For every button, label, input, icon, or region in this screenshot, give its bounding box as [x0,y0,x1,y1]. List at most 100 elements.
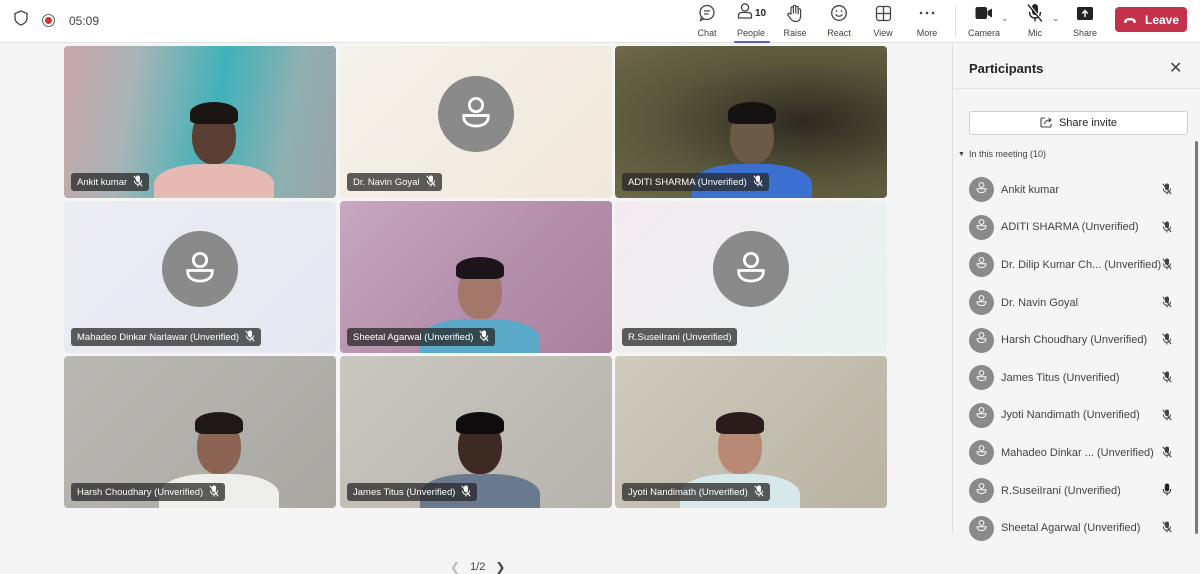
person-icon [974,293,989,313]
participant-video-hair [728,102,776,124]
person-icon [974,330,989,350]
camera-icon [975,3,993,23]
participant-list-item[interactable]: R.SuseiIrani (Unverified) [969,472,1179,510]
mic-off-icon[interactable] [1162,370,1172,388]
mic-off-icon[interactable] [1162,182,1172,200]
mic-off-icon [425,174,436,190]
participant-list-item[interactable]: ADITI SHARMA (Unverified) [969,209,1179,247]
previous-page-chevron-icon[interactable]: ❮ [450,560,460,574]
participant-name: ADITI SHARMA (Unverified) [1001,221,1139,234]
leave-button[interactable]: Leave [1115,7,1187,32]
avatar [969,365,994,391]
video-grid: Ankit kumar Dr. Navin Goyal ADITI SHARMA… [0,44,952,574]
participant-name: Jyoti Nandimath (Unverified) [628,486,748,498]
person-icon [455,91,497,138]
toolbar-divider [955,6,956,36]
participant-name: Dr. Navin Goyal [353,176,420,188]
grid-icon [875,3,892,23]
avatar [969,290,994,316]
participant-name-tag: James Titus (Unverified) [347,483,478,501]
mic-off-icon[interactable] [1162,332,1172,350]
participant-video-hair [190,102,238,124]
mic-off-icon [1026,3,1044,23]
mic-off-icon [753,174,763,190]
participant-list-item[interactable]: Harsh Choudhary (Unverified) [969,321,1179,359]
person-icon [974,255,989,275]
participant-list-item[interactable]: Jyoti Nandimath (Unverified) [969,397,1179,435]
participant-name-tag: R.SuseiIrani (Unverified) [622,328,738,346]
panel-divider [953,88,1200,89]
participant-name: Mahadeo Dinkar Narlawar (Unverified) [77,331,240,343]
participant-name: Sheetal Agarwal (Unverified) [1001,522,1141,535]
mic-off-icon [754,484,764,500]
video-tile[interactable]: Ankit kumar [64,46,336,198]
video-tile[interactable]: R.SuseiIrani (Unverified) [615,201,887,353]
camera-options-chevron-icon[interactable]: ⌄ [1001,13,1009,24]
avatar [969,478,994,504]
chat-button[interactable]: Chat [682,3,732,41]
share-button[interactable]: Share [1060,3,1110,41]
video-tile[interactable]: Mahadeo Dinkar Narlawar (Unverified) [64,201,336,353]
avatar [969,402,994,428]
participant-name: Dr. Navin Goyal [1001,296,1079,309]
shield-icon[interactable] [14,10,28,31]
video-tile[interactable]: Dr. Navin Goyal [340,46,612,198]
participant-list-item[interactable]: Dr. Dilip Kumar Ch... (Unverified) [969,246,1179,284]
hand-icon [786,3,804,23]
person-icon [974,217,989,237]
mic-off-icon [133,174,143,190]
mic-off-icon[interactable] [1162,445,1172,463]
next-page-chevron-icon[interactable]: ❯ [495,560,505,574]
raise-hand-button[interactable]: Raise [770,3,820,41]
person-icon [974,481,989,501]
video-tile[interactable]: James Titus (Unverified) [340,356,612,508]
more-button[interactable]: More [902,3,952,41]
chat-icon [698,3,716,23]
person-icon [974,518,989,538]
participant-list-item[interactable]: James Titus (Unverified) [969,359,1179,397]
participant-name-tag: Dr. Navin Goyal [347,173,442,191]
in-meeting-section-toggle[interactable]: ▼ In this meeting (10) [958,149,1046,159]
share-screen-icon [1076,3,1094,23]
meeting-timer: 05:09 [69,13,100,28]
participant-name: Dr. Dilip Kumar Ch... (Unverified) [1001,258,1162,271]
participant-list-item[interactable]: Sheetal Agarwal (Unverified) [969,509,1179,547]
mic-off-icon[interactable] [1162,257,1172,275]
panel-scrollbar[interactable] [1195,141,1198,534]
mic-icon[interactable] [1162,483,1172,501]
participant-name-tag: Sheetal Agarwal (Unverified) [347,328,496,346]
meeting-toolbar: 05:09 Chat 10 People Raise React View Mo… [0,0,1200,43]
video-tile[interactable]: Harsh Choudhary (Unverified) [64,356,336,508]
mic-off-icon [209,484,219,500]
participant-list-item[interactable]: Ankit kumar [969,171,1179,209]
person-icon [974,405,989,425]
react-button[interactable]: React [814,3,864,41]
participant-name: Mahadeo Dinkar ... (Unverified) [1001,446,1154,459]
mic-off-icon[interactable] [1162,520,1172,538]
mic-options-chevron-icon[interactable]: ⌄ [1052,13,1060,24]
participant-name: Harsh Choudhary (Unverified) [77,486,204,498]
share-invite-button[interactable]: Share invite [969,111,1188,135]
video-tile[interactable]: ADITI SHARMA (Unverified) [615,46,887,198]
participant-name-tag: Mahadeo Dinkar Narlawar (Unverified) [71,328,262,346]
panel-title: Participants [969,61,1044,76]
video-tile[interactable]: Sheetal Agarwal (Unverified) [340,201,612,353]
person-icon [179,246,221,293]
mic-off-icon[interactable] [1162,220,1172,238]
mic-off-icon[interactable] [1162,295,1172,313]
mic-off-icon [461,484,472,500]
participant-name: James Titus (Unverified) [1001,371,1120,384]
avatar [969,440,994,466]
page-navigator: ❮ 1/2 ❯ [450,560,505,574]
participant-list-item[interactable]: Mahadeo Dinkar ... (Unverified) [969,434,1179,472]
hang-up-icon [1123,13,1137,27]
participant-name-tag: ADITI SHARMA (Unverified) [622,173,769,191]
avatar [969,252,994,278]
close-icon[interactable]: ✕ [1169,58,1182,78]
view-button[interactable]: View [858,3,908,41]
people-button[interactable]: 10 People [726,2,776,43]
video-tile[interactable]: Jyoti Nandimath (Unverified) [615,356,887,508]
participant-list-item[interactable]: Dr. Navin Goyal [969,284,1179,322]
meeting-status: 05:09 [14,10,99,31]
mic-off-icon[interactable] [1162,408,1172,426]
